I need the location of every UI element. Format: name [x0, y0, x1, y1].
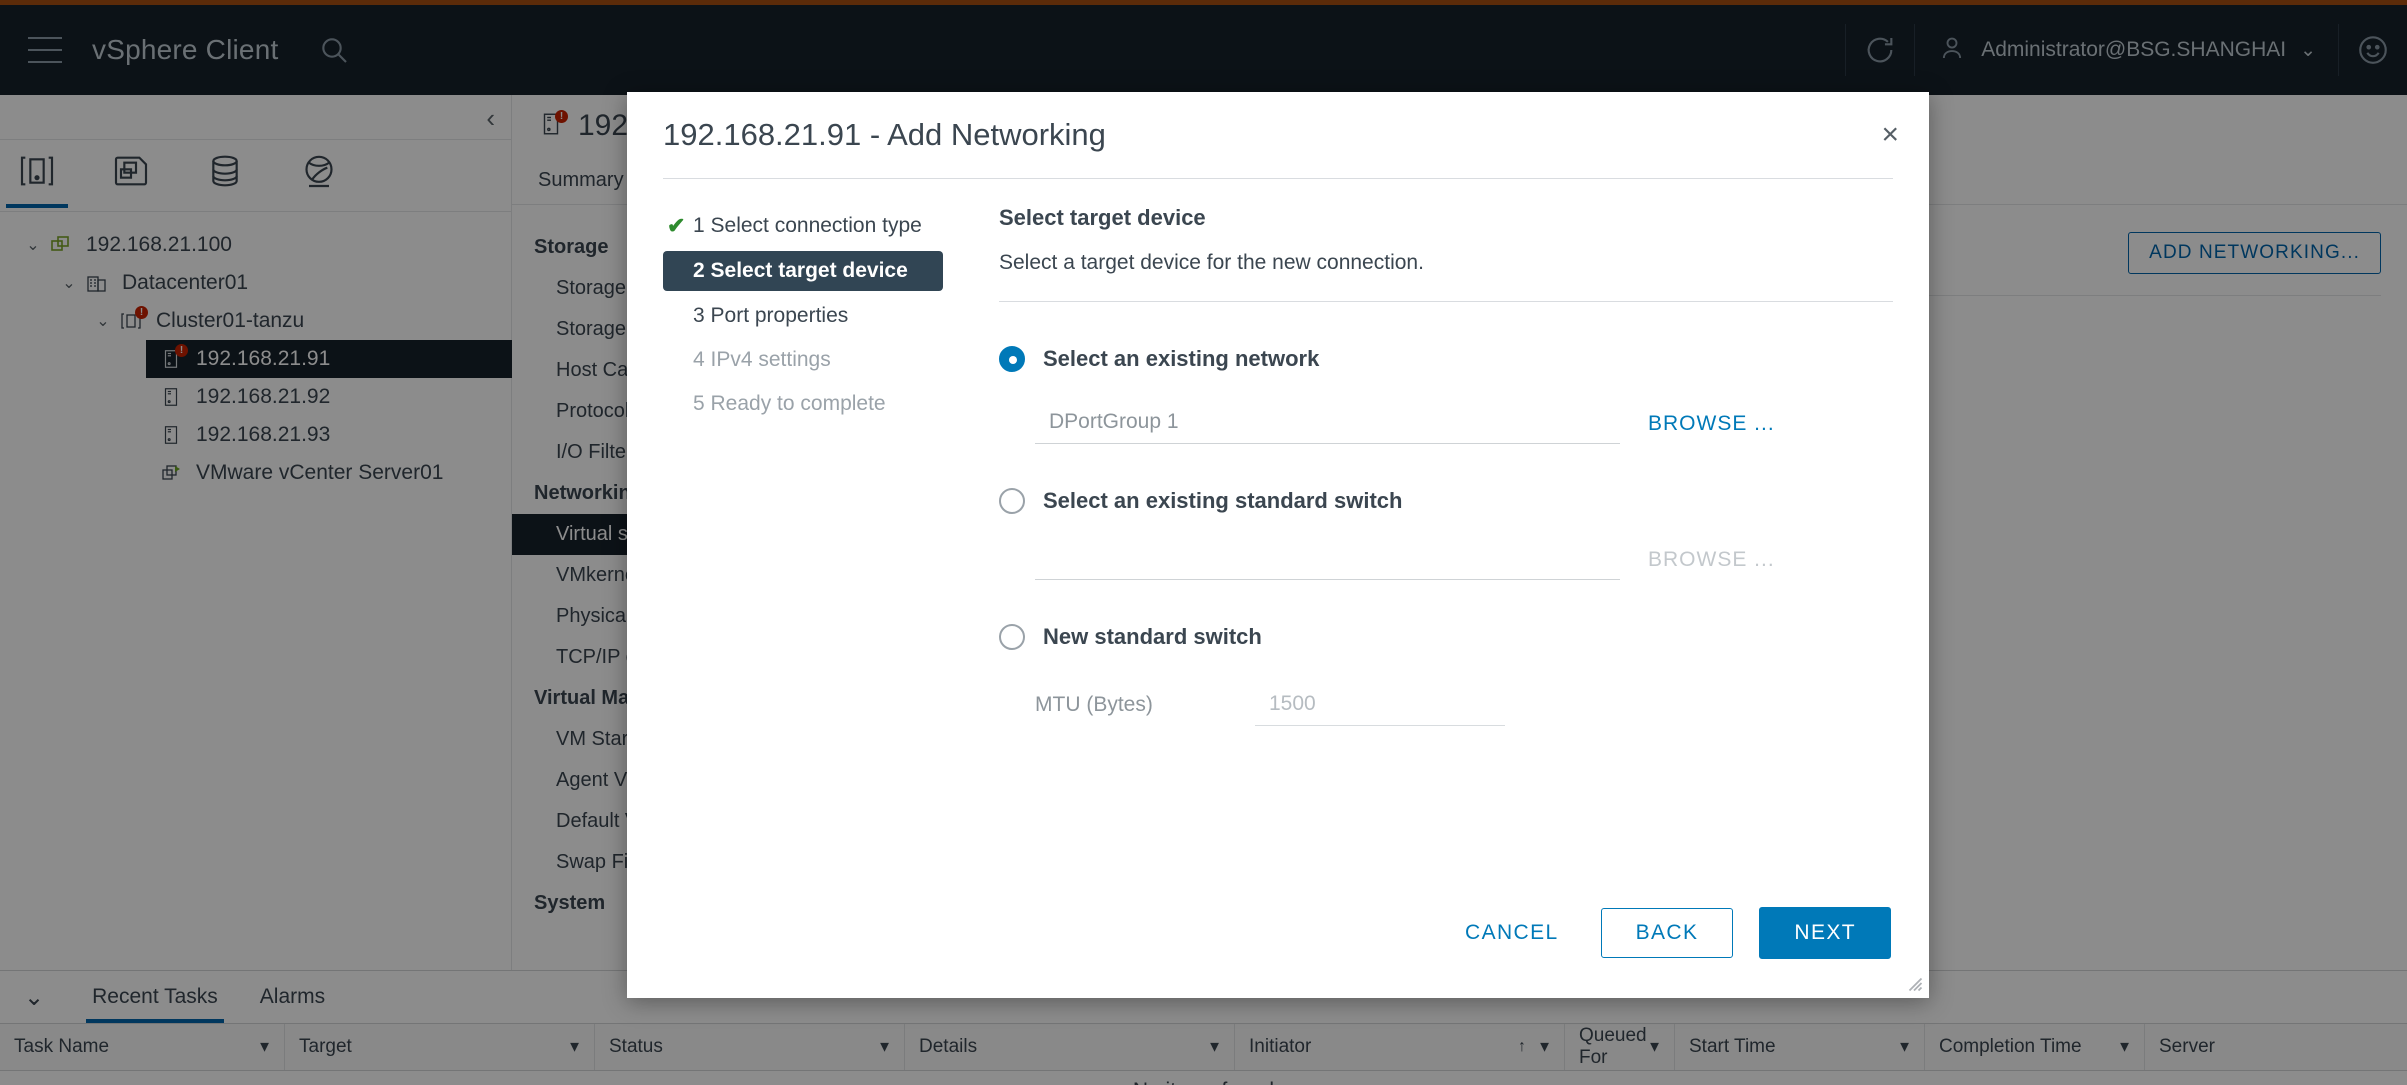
option-existing-standard-switch[interactable]: Select an existing standard switch [999, 488, 1893, 514]
dialog-body: ✔ 1 Select connection type 2 Select targ… [627, 179, 1929, 726]
browse-switch-button: BROWSE ... [1648, 548, 1775, 580]
wizard-steps: ✔ 1 Select connection type 2 Select targ… [663, 205, 943, 726]
wizard-step-label: 4 IPv4 settings [693, 348, 831, 372]
option-label: Select an existing standard switch [1043, 488, 1402, 514]
wizard-step-3[interactable]: 3 Port properties [663, 297, 943, 335]
cancel-button[interactable]: CANCEL [1449, 909, 1575, 957]
dialog-title: 192.168.21.91 - Add Networking [663, 117, 1106, 153]
existing-network-input[interactable]: DPortGroup 1 [1035, 406, 1620, 444]
dialog-footer: CANCEL BACK NEXT [627, 868, 1929, 998]
wizard-step-2[interactable]: 2 Select target device [663, 251, 943, 291]
mtu-input[interactable]: 1500 [1255, 688, 1505, 726]
radio-existing-standard-switch[interactable] [999, 488, 1025, 514]
panel-divider [999, 301, 1893, 302]
radio-new-standard-switch[interactable] [999, 624, 1025, 650]
wizard-step-4[interactable]: 4 IPv4 settings [663, 341, 943, 379]
wizard-step-label: 2 Select target device [693, 259, 908, 283]
option-new-standard-switch[interactable]: New standard switch [999, 624, 1893, 650]
dialog-header: 192.168.21.91 - Add Networking × [627, 92, 1929, 178]
check-icon: ✔ [667, 213, 693, 239]
option-label: New standard switch [1043, 624, 1262, 650]
wizard-step-label: 3 Port properties [693, 304, 848, 328]
option-existing-network[interactable]: Select an existing network [999, 346, 1893, 372]
wizard-panel: Select target device Select a target dev… [943, 205, 1893, 726]
wizard-step-label: 1 Select connection type [693, 214, 922, 238]
close-icon[interactable]: × [1881, 120, 1899, 150]
resize-grip[interactable] [1905, 974, 1923, 992]
next-button[interactable]: NEXT [1759, 907, 1891, 959]
wizard-step-label: 5 Ready to complete [693, 392, 886, 416]
mtu-label: MTU (Bytes) [1035, 693, 1255, 726]
existing-switch-field-row: BROWSE ... [999, 548, 1893, 580]
existing-switch-input[interactable] [1035, 566, 1620, 580]
option-label: Select an existing network [1043, 346, 1319, 372]
wizard-step-5[interactable]: 5 Ready to complete [663, 385, 943, 423]
existing-network-field-row: DPortGroup 1 BROWSE ... [999, 406, 1893, 444]
panel-subtitle: Select a target device for the new conne… [999, 251, 1893, 275]
back-button[interactable]: BACK [1601, 908, 1734, 958]
panel-title: Select target device [999, 205, 1893, 231]
browse-network-button[interactable]: BROWSE ... [1648, 412, 1775, 444]
wizard-step-1[interactable]: ✔ 1 Select connection type [663, 207, 943, 245]
radio-existing-network[interactable] [999, 346, 1025, 372]
add-networking-dialog: 192.168.21.91 - Add Networking × ✔ 1 Sel… [627, 92, 1929, 998]
app-root: vSphere Client Administrator@BSG.SHAN [0, 0, 2407, 1085]
mtu-field-row: MTU (Bytes) 1500 [999, 688, 1893, 726]
